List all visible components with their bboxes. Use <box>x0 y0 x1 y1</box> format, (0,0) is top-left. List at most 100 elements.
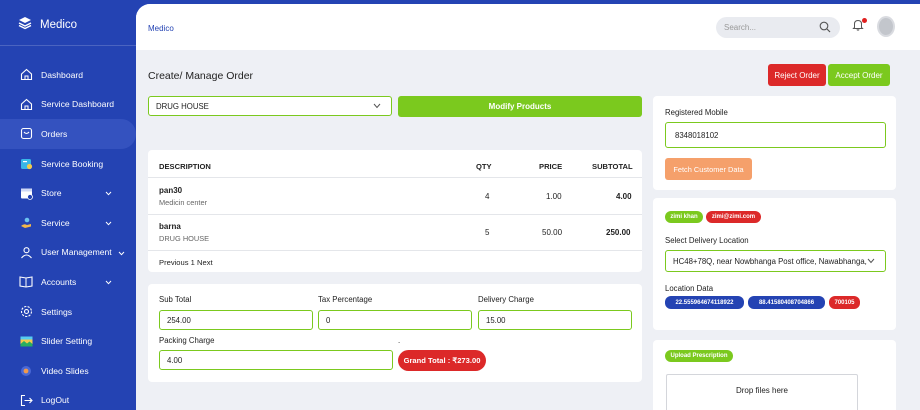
gear-icon <box>19 305 33 319</box>
sidebar-item-video-slides[interactable]: Video Slides <box>0 356 136 386</box>
brand-name: Medico <box>40 18 78 31</box>
table-divider <box>148 250 642 251</box>
sidebar-item-logout[interactable]: LogOut <box>0 386 136 410</box>
pagination[interactable]: Previous 1 Next <box>159 258 213 267</box>
sidebar-item-label: Accounts <box>41 276 77 287</box>
sidebar-item-store[interactable]: Store <box>0 178 136 208</box>
search-icon[interactable] <box>819 21 831 35</box>
product-price: 50.00 <box>542 228 563 237</box>
avatar[interactable] <box>877 16 895 37</box>
brand[interactable]: Medico <box>18 16 77 33</box>
registered-mobile-field[interactable]: 8348018102 <box>665 122 886 148</box>
product-name: pan30 <box>159 186 183 195</box>
product-qty: 4 <box>485 192 490 201</box>
orders-icon <box>19 127 33 141</box>
sidebar-item-service-booking[interactable]: Service Booking <box>0 149 136 179</box>
service-icon <box>19 216 33 230</box>
logout-icon <box>19 393 33 407</box>
sidebar-divider <box>0 45 136 46</box>
sub-total-field[interactable]: 254.00 <box>159 310 313 330</box>
tax-percentage-field[interactable]: 0 <box>318 310 472 330</box>
home-icon <box>19 97 33 111</box>
chevron-down-icon <box>105 188 112 198</box>
customer-name-badge: zimi khan <box>665 211 703 223</box>
search-placeholder: Search... <box>724 23 757 32</box>
video-icon <box>19 364 33 378</box>
home-icon <box>19 68 33 82</box>
top-bar: Medico Search... <box>136 4 920 50</box>
location-data-label: Location Data <box>665 284 714 293</box>
sidebar-item-slider-setting[interactable]: Slider Setting <box>0 326 136 356</box>
reject-order-button[interactable]: Reject Order <box>768 64 826 86</box>
stack-logo-icon <box>18 16 32 33</box>
service-booking-icon <box>19 157 33 171</box>
chevron-down-icon <box>105 277 112 287</box>
column-header-subtotal: SUBTOTAL <box>592 162 633 171</box>
product-store: Medicin center <box>159 198 208 207</box>
table-divider <box>148 214 642 215</box>
product-subtotal: 4.00 <box>616 192 632 201</box>
sidebar-item-label: Service Booking <box>41 158 104 169</box>
sidebar-item-label: Slider Setting <box>41 336 93 347</box>
sidebar-item-label: Service <box>41 217 70 228</box>
notification-dot <box>862 18 867 23</box>
breadcrumb[interactable]: Medico <box>148 24 174 33</box>
sidebar-item-label: Settings <box>41 306 73 317</box>
sub-total-label: Sub Total <box>159 295 192 304</box>
fetch-customer-data-button[interactable]: Fetch Customer Data <box>665 158 752 180</box>
sidebar-item-label: Service Dashboard <box>41 99 115 110</box>
sidebar-item-service-dashboard[interactable]: Service Dashboard <box>0 90 136 120</box>
sidebar-nav: Dashboard Service Dashboard Orders Servi… <box>0 60 136 410</box>
sidebar-item-settings[interactable]: Settings <box>0 297 136 327</box>
delivery-location-value: HC48+78Q, near Nowbhanga Post office, Na… <box>673 256 867 266</box>
accept-order-button[interactable]: Accept Order <box>828 64 890 86</box>
product-subtotal: 250.00 <box>606 228 631 237</box>
chevron-down-icon <box>118 248 125 258</box>
modify-products-button[interactable]: Modify Products <box>398 96 642 117</box>
delivery-charge-label: Delivery Charge <box>478 295 534 304</box>
file-dropzone[interactable]: Drop files here <box>666 374 858 410</box>
slider-image-icon <box>19 334 33 348</box>
dropzone-text: Drop files here <box>735 386 789 395</box>
order-table-card: DESCRIPTION QTY PRICE SUBTOTAL pan30 Med… <box>148 150 642 272</box>
product-price: 1.00 <box>546 192 562 201</box>
store-icon <box>19 186 33 200</box>
sidebar-item-orders[interactable]: Orders <box>0 119 136 149</box>
chevron-down-icon <box>105 218 112 228</box>
packing-charge-field[interactable]: 4.00 <box>159 350 393 370</box>
main-content: Medico Search... Create/ Manage Order Re… <box>136 4 920 410</box>
table-divider <box>148 177 642 178</box>
sidebar-item-label: Video Slides <box>41 365 89 376</box>
product-name: barna <box>159 222 181 231</box>
delivery-card: zimi khan zimi@zimi.com Select Delivery … <box>653 198 896 330</box>
sidebar-item-user-management[interactable]: User Management <box>0 238 136 268</box>
delivery-location-select[interactable]: HC48+78Q, near Nowbhanga Post office, Na… <box>665 250 886 272</box>
sidebar-item-accounts[interactable]: Accounts <box>0 267 136 297</box>
sidebar-item-service[interactable]: Service <box>0 208 136 238</box>
accounts-book-icon <box>19 275 33 289</box>
sidebar-item-label: Dashboard <box>41 69 84 80</box>
product-store: DRUG HOUSE <box>159 234 210 243</box>
packing-charge-label: Packing Charge <box>159 336 215 345</box>
product-qty: 5 <box>485 228 490 237</box>
store-select[interactable]: DRUG HOUSE <box>148 96 392 116</box>
sidebar-item-label: LogOut <box>41 395 70 406</box>
longitude-badge: 88.41580408704866 <box>748 296 825 309</box>
sidebar-item-label: User Management <box>41 247 112 258</box>
separator-dot: . <box>398 336 401 345</box>
search-input[interactable]: Search... <box>716 17 840 38</box>
column-header-price: PRICE <box>539 162 563 171</box>
totals-card: Sub Total 254.00 Tax Percentage 0 Delive… <box>148 284 642 382</box>
user-icon <box>19 245 33 259</box>
delivery-location-label: Select Delivery Location <box>665 236 749 245</box>
page-title: Create/ Manage Order <box>148 70 254 82</box>
chevron-down-icon <box>867 257 875 266</box>
delivery-charge-field[interactable]: 15.00 <box>478 310 632 330</box>
pincode-badge: 700105 <box>829 296 860 309</box>
tax-percentage-label: Tax Percentage <box>318 295 373 304</box>
upload-prescription-badge[interactable]: Upload Prescription <box>665 350 733 362</box>
grand-total-badge: Grand Total : ₹273.00 <box>398 350 486 371</box>
sidebar-item-dashboard[interactable]: Dashboard <box>0 60 136 90</box>
store-select-value: DRUG HOUSE <box>156 101 209 111</box>
sidebar-item-label: Orders <box>41 128 68 139</box>
